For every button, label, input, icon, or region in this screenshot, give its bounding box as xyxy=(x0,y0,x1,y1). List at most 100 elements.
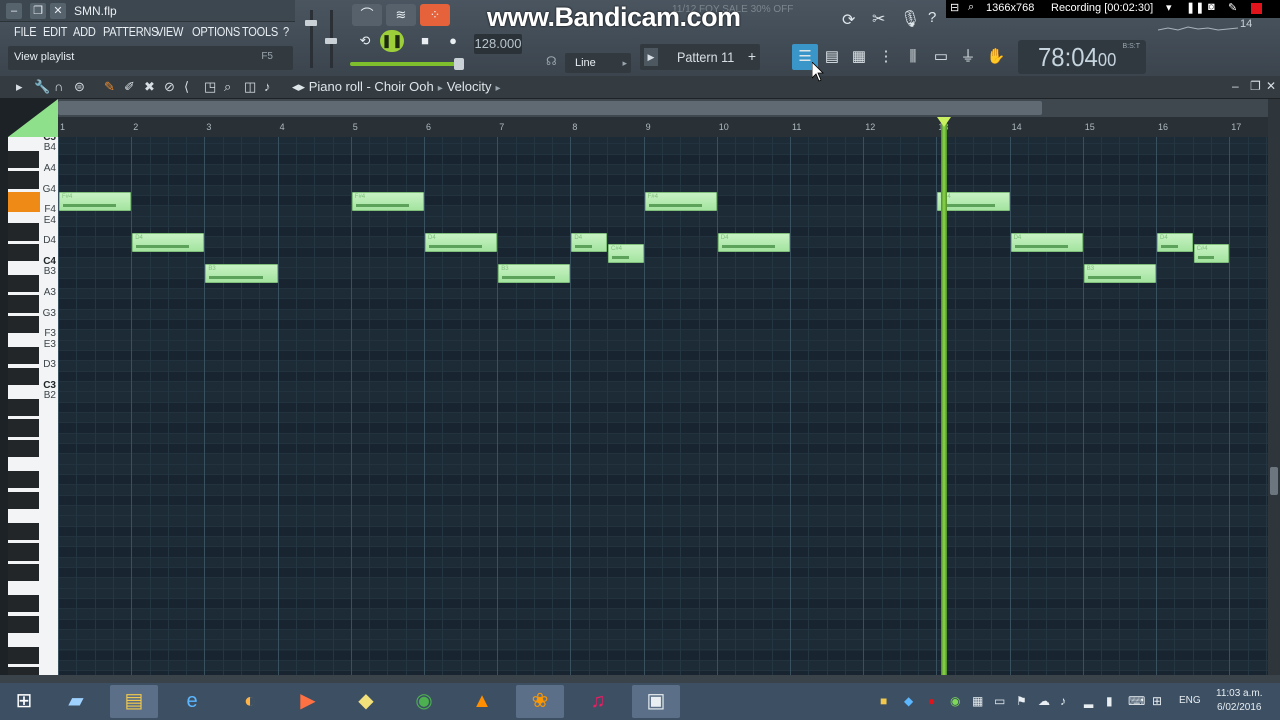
black-key[interactable] xyxy=(8,295,39,313)
black-key[interactable] xyxy=(8,150,39,169)
fl-studio-icon[interactable]: ❀ xyxy=(516,685,564,718)
note[interactable]: D4 xyxy=(1157,233,1193,253)
note[interactable]: B3 xyxy=(205,264,278,284)
camera-icon[interactable]: ◙ xyxy=(1208,1,1215,13)
touch-controller-icon[interactable]: ✋ xyxy=(983,44,1009,70)
note[interactable]: B3 xyxy=(498,264,571,284)
tray-cloud-icon[interactable]: ☁ xyxy=(1038,694,1050,708)
itunes-icon[interactable]: ♫ xyxy=(574,685,622,718)
channel-rack-icon[interactable]: ▭ xyxy=(928,44,954,70)
black-key[interactable] xyxy=(8,398,39,417)
note[interactable]: F#4 xyxy=(644,191,717,211)
stop-button[interactable]: ■ xyxy=(410,30,440,52)
tray-app-icon[interactable]: ■ xyxy=(880,694,887,708)
media-player-icon[interactable]: ▶ xyxy=(284,685,332,718)
note[interactable]: D4 xyxy=(425,233,498,253)
horizontal-scrollbar[interactable] xyxy=(58,99,1268,117)
menu-view[interactable]: VIEW xyxy=(156,24,183,39)
tray-windows-icon[interactable]: ⊞ xyxy=(1152,694,1162,708)
undo-icon[interactable]: ⟳ xyxy=(842,10,855,30)
step-sequencer-icon[interactable]: ▦ xyxy=(846,44,872,70)
pause-icon[interactable]: ❚❚ xyxy=(1186,1,1204,14)
note[interactable]: F#4 xyxy=(351,191,424,211)
note[interactable]: D4 xyxy=(132,233,205,253)
black-key[interactable] xyxy=(8,543,39,561)
highlighted-key[interactable] xyxy=(8,191,40,212)
pattern-menu-icon[interactable]: ▶ xyxy=(644,48,658,66)
zoom-icon[interactable]: ⌕ xyxy=(224,79,231,95)
black-key[interactable] xyxy=(8,646,39,665)
black-key[interactable] xyxy=(8,439,39,458)
tray-clock[interactable]: 11:03 a.m. 6/02/2016 xyxy=(1216,687,1263,715)
master-pitch-slider[interactable] xyxy=(325,38,337,44)
menu-add[interactable]: ADD xyxy=(73,24,96,39)
note[interactable]: C#4 xyxy=(1193,243,1230,263)
pr-close-icon[interactable]: ✕ xyxy=(1266,79,1276,93)
bar-ruler[interactable]: 1234567891011121314151617 xyxy=(58,117,1268,137)
black-key[interactable] xyxy=(8,367,39,386)
menu-edit[interactable]: EDIT xyxy=(43,24,67,39)
vertical-scrollbar[interactable] xyxy=(1268,99,1280,675)
loop-record-icon[interactable]: ⟲ xyxy=(350,30,380,52)
windows-start-icon[interactable]: ⊞ xyxy=(0,685,48,718)
pencil-icon[interactable]: ✎ xyxy=(1228,1,1237,14)
tray-battery-icon[interactable]: ▮ xyxy=(1106,694,1113,708)
help-icon[interactable]: ? xyxy=(928,9,936,26)
black-key[interactable] xyxy=(8,491,39,510)
playback-tool-icon[interactable]: ◫ xyxy=(244,79,256,95)
countdown-icon[interactable]: ⁘ xyxy=(420,4,450,26)
wrench-icon[interactable]: 🔧 xyxy=(34,79,50,95)
tray-flag-icon[interactable]: ⚑ xyxy=(1016,694,1027,708)
cut-icon[interactable]: ✂ xyxy=(872,9,885,29)
record-button[interactable]: ● xyxy=(438,30,468,52)
master-volume-slider[interactable] xyxy=(305,20,317,26)
breadcrumb-velocity[interactable]: Velocity xyxy=(447,79,492,94)
black-key[interactable] xyxy=(8,419,39,437)
note[interactable]: F#4 xyxy=(59,191,132,211)
restore-icon[interactable]: ❐ xyxy=(30,3,46,19)
tempo-display[interactable]: 128.000 xyxy=(474,34,522,54)
black-key[interactable] xyxy=(8,222,39,241)
vlc-icon[interactable]: ▲ xyxy=(458,685,506,718)
internet-explorer-icon[interactable]: e xyxy=(168,685,216,718)
browser-icon[interactable]: ⋮ xyxy=(873,44,899,70)
select-tool-icon[interactable]: ◳ xyxy=(204,79,216,95)
wait-input-icon[interactable]: ≋ xyxy=(386,4,416,26)
pause-button[interactable]: ❚❚ xyxy=(380,30,404,52)
plugin-icon[interactable]: ⏚ xyxy=(955,44,981,70)
options-menu-icon[interactable]: ▸ xyxy=(16,79,23,95)
piano-keyboard[interactable]: C5 B4 A4 G4 F4 E4 D4 C4 B3 A3 G3 F3 E3 D3 C3 B2 xyxy=(8,137,58,675)
tray-dropbox-icon[interactable]: ◆ xyxy=(904,694,913,708)
note[interactable]: C#4 xyxy=(608,243,644,263)
paint-tool-icon[interactable]: ✐ xyxy=(124,79,135,95)
black-key[interactable] xyxy=(8,563,39,582)
pattern-selector[interactable]: ▶ Pattern 11 + xyxy=(640,44,760,70)
menu-help[interactable]: ? xyxy=(283,24,289,39)
add-pattern-button[interactable]: + xyxy=(748,48,756,64)
slice-tool-icon[interactable]: ⟨ xyxy=(184,79,189,95)
vertical-scroll-thumb[interactable] xyxy=(1270,467,1278,495)
menu-file[interactable]: FILE xyxy=(14,24,37,39)
menu-tools[interactable]: TOOLS xyxy=(242,24,278,39)
search-icon[interactable]: ⌕ xyxy=(968,1,974,14)
note[interactable]: F#4 xyxy=(937,191,1010,211)
black-key[interactable] xyxy=(8,615,39,634)
pr-maximize-icon[interactable]: ❐ xyxy=(1250,79,1261,93)
folder-app-icon[interactable]: ◆ xyxy=(342,685,390,718)
stop-recording-button[interactable] xyxy=(1251,3,1262,14)
song-position-thumb[interactable] xyxy=(454,58,464,70)
mixer-icon[interactable]: ⫼ xyxy=(900,44,926,70)
black-key[interactable] xyxy=(8,346,39,365)
chevron-down-icon[interactable]: ▾ xyxy=(1166,1,1172,14)
black-key[interactable] xyxy=(8,171,39,189)
black-key[interactable] xyxy=(8,594,39,613)
desktop-app-icon[interactable]: ▣ xyxy=(632,685,680,718)
black-key[interactable] xyxy=(8,522,39,541)
chrome-icon[interactable]: ◉ xyxy=(400,685,448,718)
minimize-icon[interactable]: – xyxy=(6,3,22,19)
delete-tool-icon[interactable]: ✖ xyxy=(144,79,155,95)
screen-icon[interactable]: ⊟ xyxy=(950,1,959,14)
corner-triangle[interactable] xyxy=(8,99,58,137)
tray-language[interactable]: ENG xyxy=(1179,695,1201,706)
file-explorer-icon[interactable]: ▤ xyxy=(110,685,158,718)
